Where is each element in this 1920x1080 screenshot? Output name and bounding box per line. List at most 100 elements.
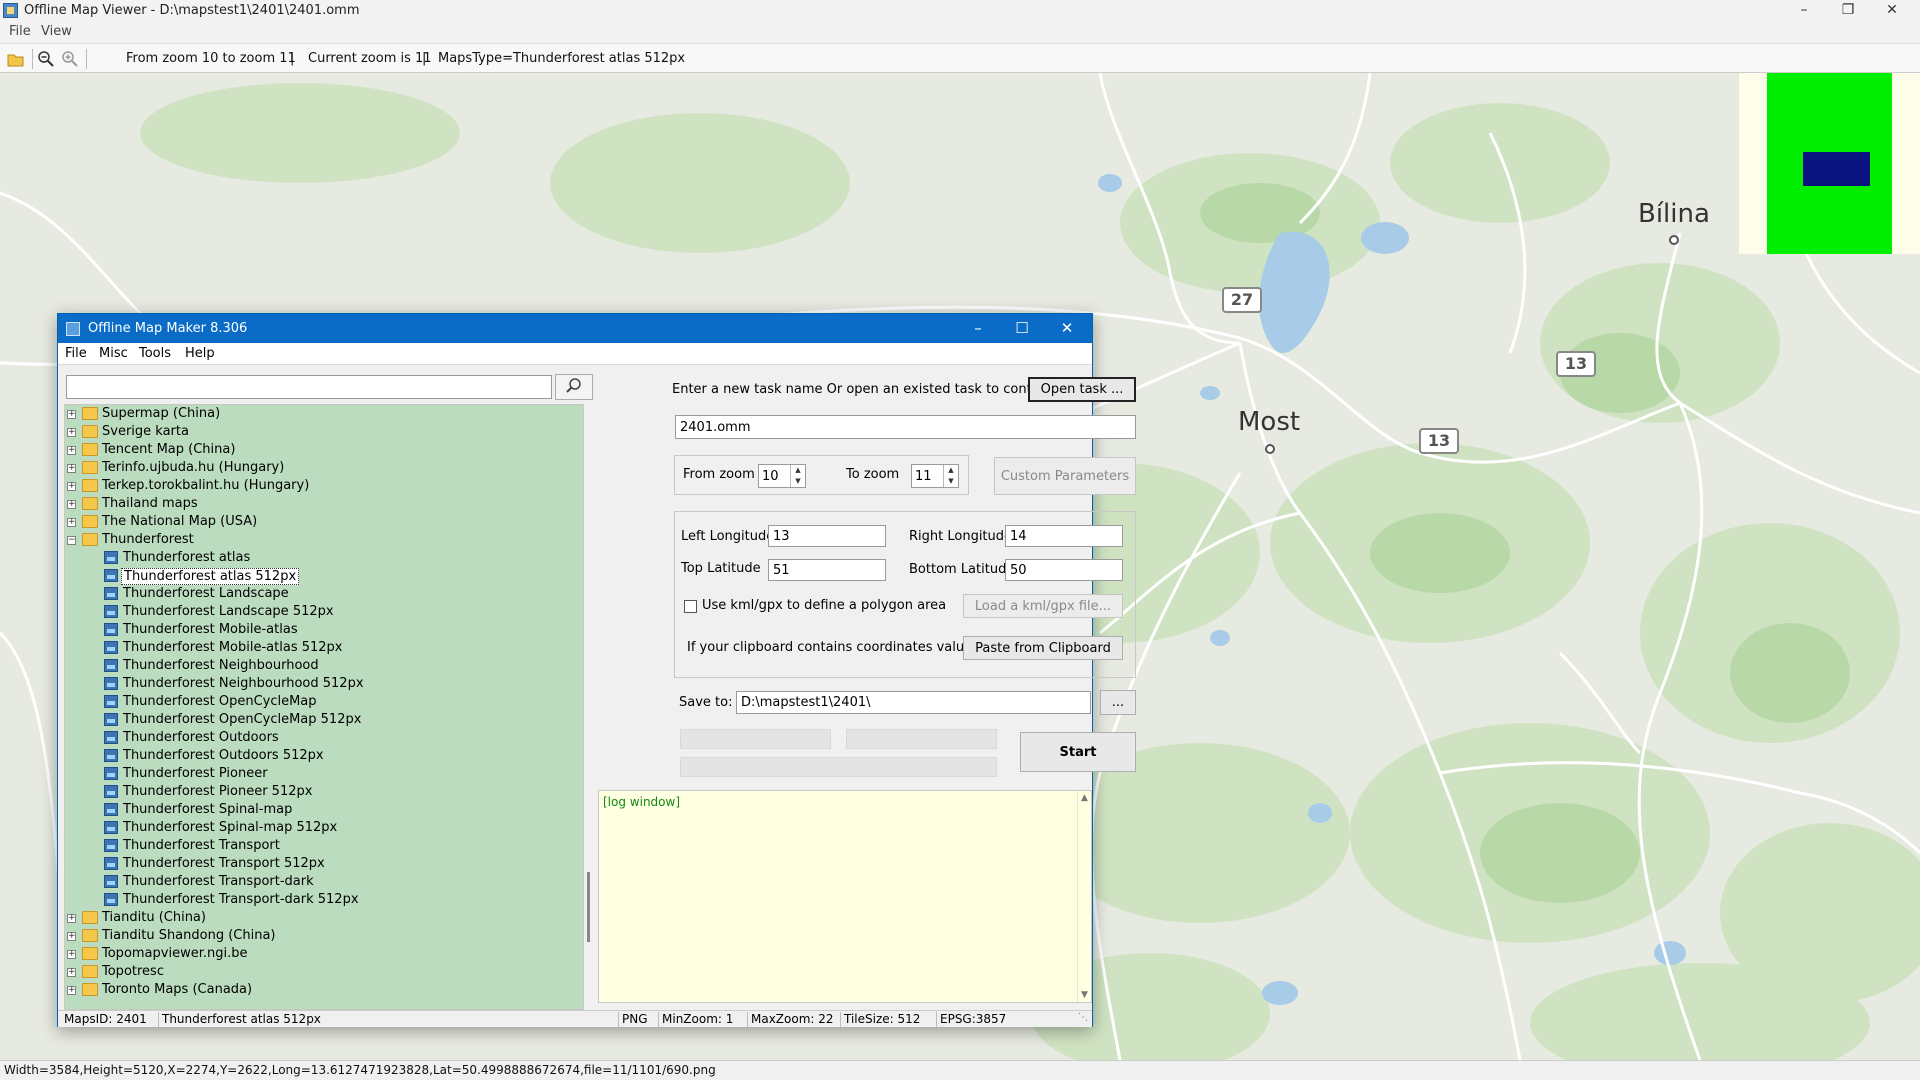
map-source-tree[interactable]: + Supermap (China) + Sverige karta + Tencent …	[64, 404, 584, 1010]
tree-map-row[interactable]: Thunderforest Mobile-atlas	[65, 622, 583, 640]
dialog-close-icon[interactable]: ✕	[1045, 317, 1089, 339]
tree-map-row[interactable]: Thunderforest Pioneer 512px	[65, 784, 583, 802]
log-window[interactable]: [log window] ▲ ▼	[598, 790, 1092, 1003]
tree-folder-row[interactable]: + The National Map (USA)	[65, 514, 583, 532]
dialog-minimize-icon[interactable]: –	[956, 317, 1000, 339]
tree-folder-row[interactable]: + Toronto Maps (Canada)	[65, 982, 583, 1000]
tree-item-label: Toronto Maps (Canada)	[102, 982, 253, 997]
save-path-input[interactable]	[736, 691, 1091, 714]
dialog-menu-help[interactable]: Help	[185, 346, 215, 361]
tree-map-row[interactable]: Thunderforest Landscape	[65, 586, 583, 604]
tree-map-row[interactable]: Thunderforest OpenCycleMap 512px	[65, 712, 583, 730]
scroll-up-icon[interactable]: ▲	[1081, 793, 1088, 803]
from-zoom-spinner[interactable]: 10 ▲ ▼	[758, 464, 806, 488]
expand-icon[interactable]: +	[67, 986, 76, 995]
search-icon	[566, 377, 581, 393]
use-kml-checkbox[interactable]	[684, 600, 697, 613]
resize-grip-icon[interactable]: ⋱	[1078, 1012, 1088, 1023]
bottom-latitude-input[interactable]	[1005, 559, 1123, 581]
tree-map-row[interactable]: Thunderforest Transport 512px	[65, 856, 583, 874]
tree-map-row[interactable]: Thunderforest atlas 512px	[65, 568, 583, 586]
tree-scrollbar[interactable]	[585, 404, 593, 1010]
restore-icon[interactable]: ❐	[1826, 0, 1870, 22]
expand-icon[interactable]: +	[67, 428, 76, 437]
minimize-icon[interactable]: –	[1782, 0, 1826, 22]
dialog-title: Offline Map Maker 8.306	[88, 321, 248, 336]
task-name-input[interactable]	[675, 415, 1136, 439]
top-latitude-input[interactable]	[768, 559, 886, 581]
expand-icon[interactable]: +	[67, 500, 76, 509]
collapse-icon[interactable]: −	[67, 536, 76, 545]
tree-folder-row[interactable]: + Sverige karta	[65, 424, 583, 442]
custom-parameters-button[interactable]: Custom Parameters	[994, 457, 1136, 495]
dialog-menu-file[interactable]: File	[65, 346, 87, 361]
expand-icon[interactable]: +	[67, 914, 76, 923]
dialog-menu-tools[interactable]: Tools	[139, 346, 171, 361]
expand-icon[interactable]: +	[67, 950, 76, 959]
map-search-input[interactable]	[66, 375, 552, 399]
tree-map-row[interactable]: Thunderforest Neighbourhood 512px	[65, 676, 583, 694]
menu-file[interactable]: File	[9, 24, 31, 39]
minimap-viewport[interactable]	[1803, 152, 1870, 186]
tree-map-row[interactable]: Thunderforest Transport	[65, 838, 583, 856]
right-longitude-input[interactable]	[1005, 525, 1123, 547]
paste-clipboard-button[interactable]: Paste from Clipboard	[963, 636, 1123, 660]
tree-map-row[interactable]: Thunderforest OpenCycleMap	[65, 694, 583, 712]
tree-folder-row[interactable]: + Thailand maps	[65, 496, 583, 514]
dialog-title-bar[interactable]: Offline Map Maker 8.306 – ☐ ✕	[58, 314, 1092, 343]
tree-map-row[interactable]: Thunderforest Spinal-map	[65, 802, 583, 820]
start-button[interactable]: Start	[1020, 732, 1136, 772]
tree-map-row[interactable]: Thunderforest Outdoors 512px	[65, 748, 583, 766]
browse-folder-button[interactable]: ...	[1100, 690, 1136, 715]
dialog-menu-misc[interactable]: Misc	[99, 346, 128, 361]
tree-scroll-thumb[interactable]	[587, 872, 590, 942]
tree-map-row[interactable]: Thunderforest Outdoors	[65, 730, 583, 748]
folder-icon	[82, 461, 98, 474]
dialog-maximize-icon[interactable]: ☐	[1000, 317, 1044, 339]
tree-item-label: Thunderforest Landscape	[123, 586, 289, 601]
search-button[interactable]	[555, 374, 593, 400]
expand-icon[interactable]: +	[67, 464, 76, 473]
expand-icon[interactable]: +	[67, 518, 76, 527]
menu-view[interactable]: View	[41, 24, 72, 39]
tree-folder-row[interactable]: + Tianditu (China)	[65, 910, 583, 928]
zoom-in-icon[interactable]	[61, 50, 79, 68]
tree-item-label: Topomapviewer.ngi.be	[102, 946, 248, 961]
close-icon[interactable]: ✕	[1870, 0, 1914, 22]
tree-map-row[interactable]: Thunderforest Landscape 512px	[65, 604, 583, 622]
expand-icon[interactable]: +	[67, 932, 76, 941]
tree-folder-row[interactable]: + Topomapviewer.ngi.be	[65, 946, 583, 964]
window-title: Offline Map Viewer - D:\mapstest1\2401\2…	[24, 3, 360, 18]
map-layer-icon	[104, 605, 118, 618]
tree-map-row[interactable]: Thunderforest Transport-dark	[65, 874, 583, 892]
tree-folder-row[interactable]: + Terkep.torokbalint.hu (Hungary)	[65, 478, 583, 496]
expand-icon[interactable]: +	[67, 968, 76, 977]
tree-folder-row[interactable]: + Tencent Map (China)	[65, 442, 583, 460]
open-task-button[interactable]: Open task ...	[1028, 377, 1136, 402]
expand-icon[interactable]: +	[67, 482, 76, 491]
spinner-arrows-icon[interactable]: ▲ ▼	[943, 465, 958, 487]
spinner-arrows-icon[interactable]: ▲ ▼	[790, 465, 805, 487]
tree-folder-row[interactable]: + Terinfo.ujbuda.hu (Hungary)	[65, 460, 583, 478]
left-longitude-input[interactable]	[768, 525, 886, 547]
load-kml-button[interactable]: Load a kml/gpx file...	[963, 594, 1123, 618]
tree-map-row[interactable]: Thunderforest atlas	[65, 550, 583, 568]
tree-map-row[interactable]: Thunderforest Spinal-map 512px	[65, 820, 583, 838]
expand-icon[interactable]: +	[67, 410, 76, 419]
to-zoom-spinner[interactable]: 11 ▲ ▼	[911, 464, 959, 488]
log-scrollbar[interactable]: ▲ ▼	[1077, 791, 1091, 1002]
zoom-out-icon[interactable]	[37, 50, 55, 68]
overview-minimap[interactable]	[1739, 73, 1920, 254]
tree-map-row[interactable]: Thunderforest Neighbourhood	[65, 658, 583, 676]
tree-map-row[interactable]: Thunderforest Mobile-atlas 512px	[65, 640, 583, 658]
tree-map-row[interactable]: Thunderforest Pioneer	[65, 766, 583, 784]
tree-folder-row[interactable]: + Supermap (China)	[65, 406, 583, 424]
scroll-down-icon[interactable]: ▼	[1081, 990, 1088, 1000]
open-folder-icon[interactable]	[7, 50, 25, 68]
tree-folder-row[interactable]: + Topotresc	[65, 964, 583, 982]
tree-folder-row[interactable]: + Tianditu Shandong (China)	[65, 928, 583, 946]
tree-map-row[interactable]: Thunderforest Transport-dark 512px	[65, 892, 583, 910]
tree-folder-row[interactable]: − Thunderforest	[65, 532, 583, 550]
expand-icon[interactable]: +	[67, 446, 76, 455]
tree-item-label: Thunderforest Transport-dark	[123, 874, 314, 889]
